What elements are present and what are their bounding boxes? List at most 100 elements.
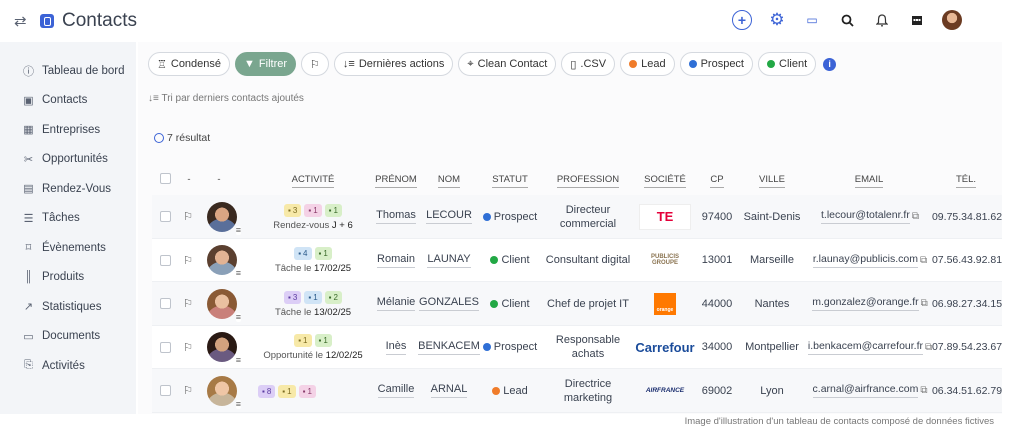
col-city[interactable]: Ville (736, 174, 808, 188)
last-actions-button[interactable]: ↓≡ Dernières actions (333, 52, 454, 76)
company-logo[interactable]: AIRFRANCE (632, 369, 698, 412)
table-row[interactable]: ⚐ ▪8▪1▪1 Camille ARNAL Lead Directrice m… (152, 369, 1002, 413)
sidebar-item-events[interactable]: ⌑ Évènements (0, 233, 136, 263)
sidebar-item-products[interactable]: ║ Produits (0, 263, 136, 293)
clean-contact-button[interactable]: ⌖ Clean Contact (458, 52, 557, 76)
lastname-cell[interactable]: ARNAL (420, 369, 478, 412)
select-all-checkbox[interactable] (160, 173, 171, 187)
activity-cell[interactable]: ▪ 3 ▪ 1 ▪ 2 Tâche le 13/02/25 (252, 286, 374, 322)
copy-icon[interactable]: ⧉ (912, 211, 919, 222)
firstname-cell[interactable]: Thomas (374, 195, 418, 238)
user-avatar[interactable] (942, 10, 962, 30)
col-status[interactable]: Statut (480, 174, 540, 188)
email-cell[interactable]: r.launay@publicis.com ⧉ (808, 239, 932, 282)
col-activity[interactable]: Activité (252, 174, 374, 188)
inbox-icon[interactable]: ▭ (802, 10, 822, 30)
email-cell[interactable]: c.arnal@airfrance.com ⧉ (808, 369, 932, 412)
sidebar-item-dashboard[interactable]: ⓘ Tableau de bord (0, 56, 136, 86)
status-badge[interactable]: Client (480, 239, 540, 282)
avatar[interactable] (202, 282, 242, 325)
row-checkbox[interactable] (158, 282, 172, 325)
sidebar-item-appointments[interactable]: ▤ Rendez-Vous (0, 174, 136, 204)
company-logo[interactable]: PUBLICIS GROUPE (632, 239, 698, 282)
settings-icon[interactable]: ⚙ (767, 10, 787, 30)
firstname-cell[interactable]: Mélanie (374, 282, 418, 325)
firstname-cell[interactable]: Romain (374, 239, 418, 282)
avatar[interactable] (202, 195, 242, 238)
condensed-button[interactable]: ♖ Condensé (148, 52, 231, 76)
sidebar-item-activities[interactable]: ⎘ Activités (0, 351, 136, 381)
phone-cell[interactable]: 09.75.34.81.62 (932, 195, 1002, 238)
flag-button[interactable]: ⚐ (301, 52, 329, 76)
avatar[interactable] (202, 326, 242, 369)
firstname-cell[interactable]: Inès (374, 326, 418, 369)
status-badge[interactable]: Prospect (480, 326, 540, 369)
col-zip[interactable]: CP (698, 174, 736, 188)
email-cell[interactable]: i.benkacem@carrefour.fr ⧉ (807, 326, 932, 369)
lastname-cell[interactable]: LECOUR (420, 195, 478, 238)
sidebar-item-documents[interactable]: ▭ Documents (0, 322, 136, 352)
row-checkbox[interactable] (158, 326, 172, 369)
lastname-cell[interactable]: BENKACEM (418, 326, 480, 369)
csv-export-button[interactable]: ▯ .CSV (561, 52, 616, 76)
row-checkbox[interactable] (158, 369, 172, 412)
activity-cell[interactable]: ▪ 1 ▪ 1 Opportunité le 12/02/25 (252, 330, 374, 366)
row-checkbox[interactable] (158, 239, 172, 282)
col-lastname[interactable]: Nom (420, 174, 478, 188)
col-phone[interactable]: Tél. (932, 174, 1000, 188)
table-row[interactable]: ⚐ ▪4▪1 Tâche le 17/02/25 Romain LAUNAY C… (152, 238, 1002, 282)
status-badge[interactable]: Prospect (480, 195, 540, 238)
sidebar-item-companies[interactable]: ▦ Entreprises (0, 115, 136, 145)
flag-icon[interactable]: ⚐ (178, 369, 198, 412)
add-icon[interactable]: + (732, 10, 752, 30)
col-company[interactable]: Société (632, 174, 698, 188)
search-icon[interactable] (837, 10, 857, 30)
email-cell[interactable]: m.gonzalez@orange.fr ⧉ (808, 282, 932, 325)
email-cell[interactable]: t.lecour@totalenr.fr ⧉ (808, 195, 932, 238)
avatar[interactable] (202, 239, 242, 282)
company-logo[interactable]: orange (632, 282, 698, 325)
activity-cell[interactable]: ▪ 4 ▪ 1 Tâche le 17/02/25 (252, 243, 374, 279)
client-filter-chip[interactable]: Client (758, 52, 817, 76)
status-badge[interactable]: Lead (480, 369, 540, 412)
status-badge[interactable]: Client (480, 282, 540, 325)
activity-cell[interactable]: ▪ 3 ▪ 1 ▪ 1 Rendez-vous J + 6 (252, 199, 374, 235)
info-icon[interactable]: i (823, 57, 837, 71)
copy-icon[interactable]: ⧉ (920, 385, 927, 396)
table-row[interactable]: ⚐ ▪1▪1 Opportunité le 12/02/25 Inès BENK… (152, 325, 1002, 369)
company-logo[interactable]: Carrefour (632, 326, 698, 369)
lastname-cell[interactable]: LAUNAY (420, 239, 478, 282)
activity-cell[interactable]: ▪ 8 ▪ 1 ▪ 1 (252, 373, 374, 409)
phone-cell[interactable]: 06.98.27.34.15 (932, 282, 1002, 325)
sidebar-item-statistics[interactable]: ↗ Statistiques (0, 292, 136, 322)
firstname-cell[interactable]: Camille (374, 369, 418, 412)
prospect-filter-chip[interactable]: Prospect (679, 52, 753, 76)
company-logo[interactable]: TE (632, 195, 698, 238)
phone-cell[interactable]: 06.34.51.62.79 (932, 369, 1002, 412)
lead-filter-chip[interactable]: Lead (620, 52, 675, 76)
row-checkbox[interactable] (158, 195, 172, 238)
phone-cell[interactable]: 07.89.54.23.67 (932, 326, 1002, 369)
avatar[interactable] (202, 369, 242, 412)
table-row[interactable]: ⚐ ▪3▪1▪2 Tâche le 13/02/25 Mélanie GONZA… (152, 282, 1002, 326)
flag-icon[interactable]: ⚐ (178, 239, 198, 282)
sidebar-item-tasks[interactable]: ☰ Tâches (0, 204, 136, 234)
flag-icon[interactable]: ⚐ (178, 195, 198, 238)
lastname-cell[interactable]: GONZALES (419, 282, 479, 325)
filter-button[interactable]: ▼ Filtrer (235, 52, 297, 76)
bell-icon[interactable] (872, 10, 892, 30)
copy-icon[interactable]: ⧉ (921, 298, 928, 309)
table-row[interactable]: ⚐ ▪3▪1▪1 Rendez-vous J + 6 Thomas LECOUR… (152, 195, 1002, 239)
sidebar-item-contacts[interactable]: ▣ Contacts (0, 86, 136, 116)
swap-icon[interactable]: ⇄ (14, 12, 34, 30)
col-profession[interactable]: Profession (544, 174, 632, 188)
col-firstname[interactable]: Prénom (374, 174, 418, 188)
calendar-icon[interactable] (907, 10, 927, 30)
activity-text: Tâche le 17/02/25 (274, 263, 352, 274)
flag-icon[interactable]: ⚐ (178, 326, 198, 369)
flag-icon[interactable]: ⚐ (178, 282, 198, 325)
col-email[interactable]: Email (808, 174, 930, 188)
sidebar-item-opportunities[interactable]: ✂ Opportunités (0, 145, 136, 175)
copy-icon[interactable]: ⧉ (920, 255, 927, 266)
phone-cell[interactable]: 07.56.43.92.81 (932, 239, 1002, 282)
